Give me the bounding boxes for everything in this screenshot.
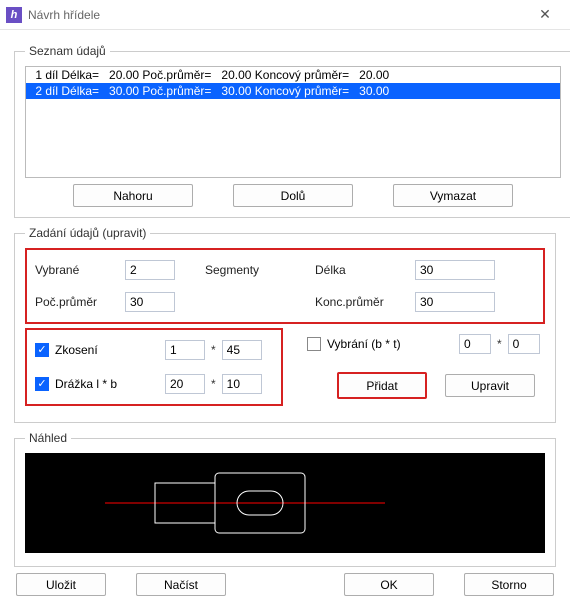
shaft-preview [25, 453, 545, 553]
edit-button[interactable]: Upravit [445, 374, 535, 397]
label-enddia: Konc.průměr [315, 295, 415, 309]
checkbox-icon [307, 337, 321, 351]
mult-symbol: * [205, 377, 222, 391]
chamfer-check[interactable]: Zkosení [35, 343, 125, 357]
label-chamfer: Zkosení [55, 343, 98, 357]
length-input[interactable] [415, 260, 495, 280]
cancel-button[interactable]: Storno [464, 573, 554, 596]
edit-legend: Zadání údajů (upravit) [25, 226, 150, 240]
groove-check[interactable]: Drážka l * b [35, 377, 125, 391]
preview-group: Náhled [14, 431, 556, 567]
label-length: Délka [315, 263, 415, 277]
preview-legend: Náhled [25, 431, 71, 445]
selected-input[interactable] [125, 260, 175, 280]
save-button[interactable]: Uložit [16, 573, 106, 596]
label-segments: Segmenty [205, 263, 315, 277]
label-startdia: Poč.průměr [35, 295, 125, 309]
close-icon[interactable]: ✕ [528, 3, 562, 27]
groove-a-input[interactable] [165, 374, 205, 394]
cut-a-input[interactable] [459, 334, 491, 354]
label-cut: Vybrání (b * t) [327, 337, 401, 351]
parts-listbox[interactable]: 1 díl Délka= 20.00 Poč.průměr= 20.00 Kon… [25, 66, 561, 178]
mult-symbol: * [205, 343, 222, 357]
window-title: Návrh hřídele [28, 8, 528, 22]
highlight-features: Zkosení * Drážka l * b [25, 328, 283, 406]
checkbox-icon [35, 377, 49, 391]
label-selected: Vybrané [35, 263, 125, 277]
ok-button[interactable]: OK [344, 573, 434, 596]
list-group: Seznam údajů 1 díl Délka= 20.00 Poč.prům… [14, 44, 570, 218]
chamfer-b-input[interactable] [222, 340, 262, 360]
app-icon: h [6, 7, 22, 23]
mult-symbol: * [491, 337, 508, 351]
move-up-button[interactable]: Nahoru [73, 184, 193, 207]
groove-b-input[interactable] [222, 374, 262, 394]
move-down-button[interactable]: Dolů [233, 184, 353, 207]
cut-check[interactable]: Vybrání (b * t) [307, 337, 417, 351]
chamfer-a-input[interactable] [165, 340, 205, 360]
startdia-input[interactable] [125, 292, 175, 312]
list-row[interactable]: 2 díl Délka= 30.00 Poč.průměr= 30.00 Kon… [26, 83, 560, 99]
checkbox-icon [35, 343, 49, 357]
delete-button[interactable]: Vymazat [393, 184, 513, 207]
load-button[interactable]: Načíst [136, 573, 226, 596]
list-row[interactable]: 1 díl Délka= 20.00 Poč.průměr= 20.00 Kon… [26, 67, 560, 83]
enddia-input[interactable] [415, 292, 495, 312]
label-groove: Drážka l * b [55, 377, 117, 391]
cut-b-input[interactable] [508, 334, 540, 354]
add-button[interactable]: Přidat [337, 372, 427, 399]
list-legend: Seznam údajů [25, 44, 110, 58]
edit-group: Zadání údajů (upravit) Vybrané Segmenty … [14, 226, 556, 423]
highlight-main-params: Vybrané Segmenty Délka Poč.průměr Konc.p… [25, 248, 545, 324]
